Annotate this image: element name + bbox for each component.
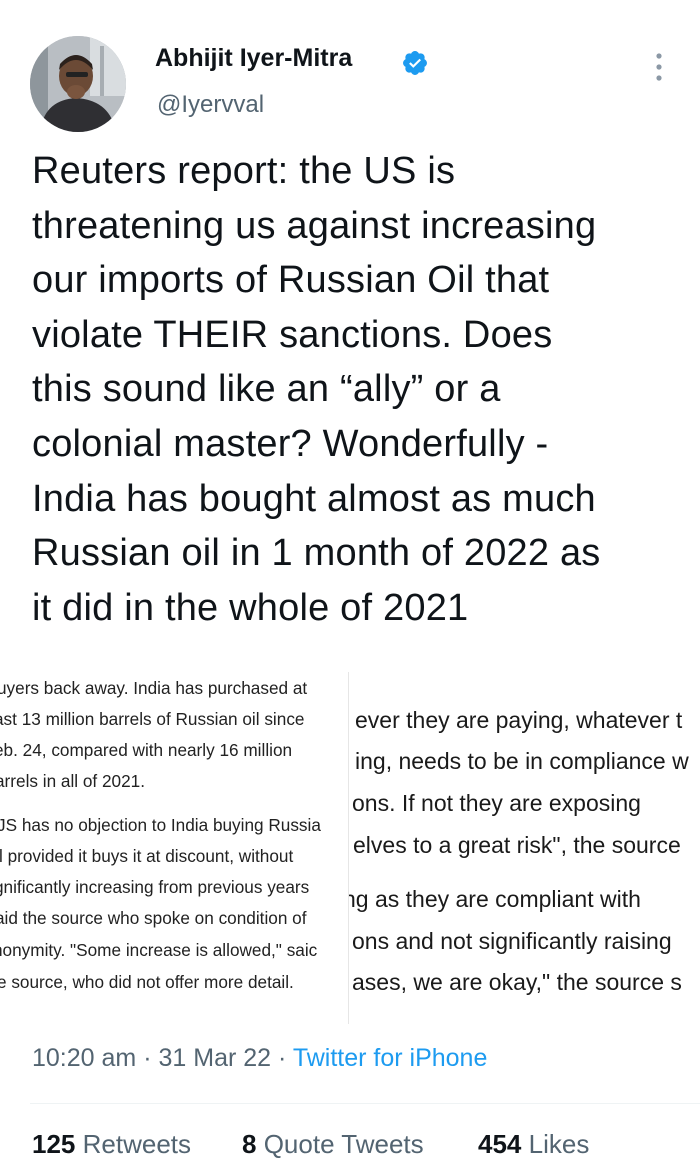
tweet-text-line: this sound like an “ally” or a <box>32 368 501 411</box>
clipping-text-line: e source, who did not offer more detail. <box>0 972 294 992</box>
clipping-text-line: uyers back away. India has purchased at <box>0 678 308 698</box>
likes-stat[interactable]: 454 Likes <box>478 1129 589 1160</box>
clipping-text-line: ing, needs to be in compliance w <box>355 748 689 774</box>
retweets-count: 125 <box>32 1129 76 1159</box>
clipping-text-line: ever they are paying, whatever t <box>355 707 683 733</box>
verified-badge-icon <box>403 51 427 75</box>
meta-separator: · <box>143 1044 152 1072</box>
quote-tweets-stat[interactable]: 8 Quote Tweets <box>242 1129 424 1160</box>
tweet-text-line: India has bought almost as much <box>32 477 596 520</box>
tweet-time[interactable]: 10:20 am <box>32 1044 136 1072</box>
tweet-text-line: threatening us against increasing <box>32 204 597 247</box>
clipping-text-line: JS has no objection to India buying Russ… <box>0 815 321 835</box>
clipping-text-line: arrels in all of 2021. <box>0 771 145 791</box>
clipping-text-line: gnificantly increasing from previous yea… <box>0 877 310 897</box>
clipping-text-line: l provided it buys it at discount, witho… <box>0 846 294 866</box>
tweet-text-line: our imports of Russian Oil that <box>32 259 550 302</box>
likes-count: 454 <box>478 1129 522 1159</box>
tweet-text-line: violate THEIR sanctions. Does <box>32 313 553 356</box>
tweet-header: Abhijit Iyer-Mitra @Iyervval <box>0 0 700 140</box>
clipping-text-line: aid the source who spoke on condition of <box>0 908 307 928</box>
tweet-source-link[interactable]: Twitter for iPhone <box>293 1044 488 1072</box>
tweet-text-line: Reuters report: the US is <box>32 150 456 192</box>
author-name[interactable]: Abhijit Iyer-Mitra <box>155 44 352 73</box>
more-options-icon[interactable] <box>652 50 666 84</box>
likes-label: Likes <box>528 1129 590 1159</box>
clipping-text-line: eb. 24, compared with nearly 16 million <box>0 740 293 760</box>
clipping-text-line: ases, we are okay," the source s <box>352 969 682 995</box>
author-handle[interactable]: @Iyervval <box>157 91 264 119</box>
attached-image[interactable]: uyers back away. India has purchased at … <box>0 672 700 1024</box>
clipping-text-line: ast 13 million barrels of Russian oil si… <box>0 709 305 729</box>
quote-tweets-count: 8 <box>242 1129 257 1159</box>
clipping-text-line: ng as they are compliant with <box>349 886 641 912</box>
tweet-metadata: 10:20 am · 31 Mar 22 · Twitter for iPhon… <box>32 1044 487 1073</box>
tweet-text-line: it did in the whole of 2021 <box>32 586 469 629</box>
tweet-date[interactable]: 31 Mar 22 <box>158 1044 271 1072</box>
quote-tweets-label: Quote Tweets <box>263 1129 424 1159</box>
news-clipping-left: uyers back away. India has purchased at … <box>0 672 349 1024</box>
clipping-text-line: elves to a great risk", the source <box>353 832 681 858</box>
divider <box>30 1103 700 1104</box>
clipping-text-line: nonymity. "Some increase is allowed," sa… <box>0 940 318 960</box>
news-clipping-right: ever they are paying, whatever t ing, ne… <box>349 672 700 1024</box>
clipping-text-line: ons. If not they are exposing <box>352 790 641 816</box>
clipping-text-line: ons and not significantly raising <box>352 928 672 954</box>
retweets-label: Retweets <box>82 1129 192 1159</box>
tweet-text: Reuters report: the US is threatening us… <box>32 144 692 635</box>
meta-separator: · <box>278 1044 287 1072</box>
avatar[interactable] <box>30 36 126 132</box>
profile-photo-icon <box>30 36 126 132</box>
tweet-text-line: colonial master? Wonderfully - <box>32 422 549 465</box>
tweet-text-line: Russian oil in 1 month of 2022 as <box>32 532 601 575</box>
retweets-stat[interactable]: 125 Retweets <box>32 1129 191 1160</box>
